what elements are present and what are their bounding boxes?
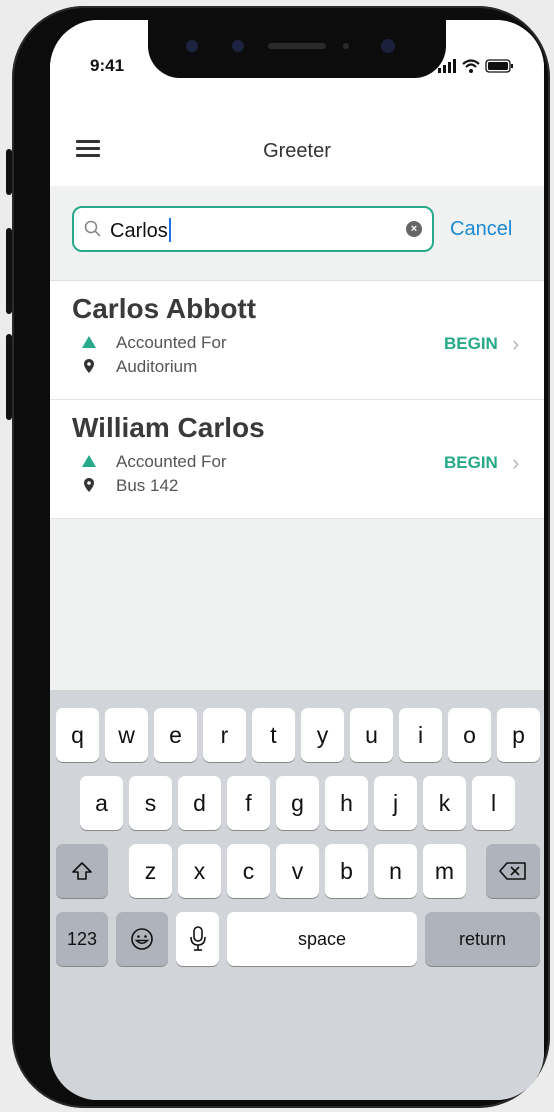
battery-icon: [485, 59, 513, 73]
result-row[interactable]: Carlos Abbott Accounted For Auditorium B…: [50, 281, 544, 400]
key-r[interactable]: r: [203, 708, 246, 762]
mute-switch: [6, 149, 12, 195]
person-name: William Carlos: [72, 412, 265, 443]
key-m[interactable]: m: [423, 844, 466, 898]
key-j[interactable]: j: [374, 776, 417, 830]
key-p[interactable]: p: [497, 708, 540, 762]
key-g[interactable]: g: [276, 776, 319, 830]
key-t[interactable]: t: [252, 708, 295, 762]
person-status: Accounted For: [116, 452, 227, 471]
page-title: Greeter: [263, 140, 331, 162]
search-value: Carlos: [110, 218, 171, 243]
key-b[interactable]: b: [325, 844, 368, 898]
space-key[interactable]: space: [227, 912, 417, 966]
location-pin-icon: [84, 359, 94, 373]
key-a[interactable]: a: [80, 776, 123, 830]
search-icon: [84, 220, 101, 237]
emoji-icon: [131, 928, 153, 950]
person-name: Carlos Abbott: [72, 293, 257, 324]
volume-up-button: [6, 228, 12, 314]
result-row[interactable]: William Carlos Accounted For Bus 142 BEG…: [50, 400, 544, 519]
search-input[interactable]: Carlos ×: [72, 206, 434, 252]
chevron-right-icon: ›: [512, 331, 520, 356]
key-h[interactable]: h: [325, 776, 368, 830]
emoji-key[interactable]: [116, 912, 168, 966]
key-e[interactable]: e: [154, 708, 197, 762]
app-header: Greeter: [50, 100, 544, 186]
cancel-button[interactable]: Cancel: [450, 218, 512, 241]
return-key[interactable]: return: [425, 912, 540, 966]
screen: 9:41 Greeter Carlos × Cancel Carlos Abbo…: [50, 20, 544, 1100]
key-o[interactable]: o: [448, 708, 491, 762]
notch: [148, 20, 446, 78]
key-d[interactable]: d: [178, 776, 221, 830]
key-y[interactable]: y: [301, 708, 344, 762]
shift-key[interactable]: [56, 844, 108, 898]
status-icons: [438, 59, 513, 73]
dictation-key[interactable]: [176, 912, 219, 966]
key-q[interactable]: q: [56, 708, 99, 762]
backspace-key[interactable]: [486, 844, 540, 898]
wifi-icon: [462, 59, 480, 73]
clear-search-icon[interactable]: ×: [406, 221, 422, 237]
begin-button[interactable]: BEGIN: [444, 334, 498, 354]
shift-icon: [72, 862, 92, 880]
key-z[interactable]: z: [129, 844, 172, 898]
key-x[interactable]: x: [178, 844, 221, 898]
sensor-icon: [186, 40, 198, 52]
proximity-sensor: [343, 43, 349, 49]
sensor-icon: [232, 40, 244, 52]
key-u[interactable]: u: [350, 708, 393, 762]
key-s[interactable]: s: [129, 776, 172, 830]
begin-button[interactable]: BEGIN: [444, 453, 498, 473]
phone-frame: 9:41 Greeter Carlos × Cancel Carlos Abbo…: [6, 6, 550, 1108]
key-v[interactable]: v: [276, 844, 319, 898]
backspace-icon: [499, 862, 526, 880]
location-pin-icon: [84, 478, 94, 492]
key-w[interactable]: w: [105, 708, 148, 762]
key-i[interactable]: i: [399, 708, 442, 762]
accounted-triangle-icon: [82, 336, 96, 348]
numbers-key[interactable]: 123: [56, 912, 108, 966]
key-n[interactable]: n: [374, 844, 417, 898]
key-f[interactable]: f: [227, 776, 270, 830]
key-k[interactable]: k: [423, 776, 466, 830]
chevron-right-icon: ›: [512, 450, 520, 475]
accounted-triangle-icon: [82, 455, 96, 467]
person-status: Accounted For: [116, 333, 227, 352]
volume-down-button: [6, 334, 12, 420]
microphone-icon: [189, 926, 206, 951]
person-location: Auditorium: [116, 357, 198, 376]
front-camera-icon: [381, 39, 395, 53]
search-bar: Carlos × Cancel: [50, 186, 544, 281]
key-l[interactable]: l: [472, 776, 515, 830]
keyboard: q w e r t y u i o p a s d f g h j k l z …: [50, 690, 544, 1100]
status-time: 9:41: [90, 56, 125, 75]
key-c[interactable]: c: [227, 844, 270, 898]
speaker-grille: [268, 43, 326, 49]
text-cursor: [168, 218, 171, 242]
person-location: Bus 142: [116, 476, 179, 495]
